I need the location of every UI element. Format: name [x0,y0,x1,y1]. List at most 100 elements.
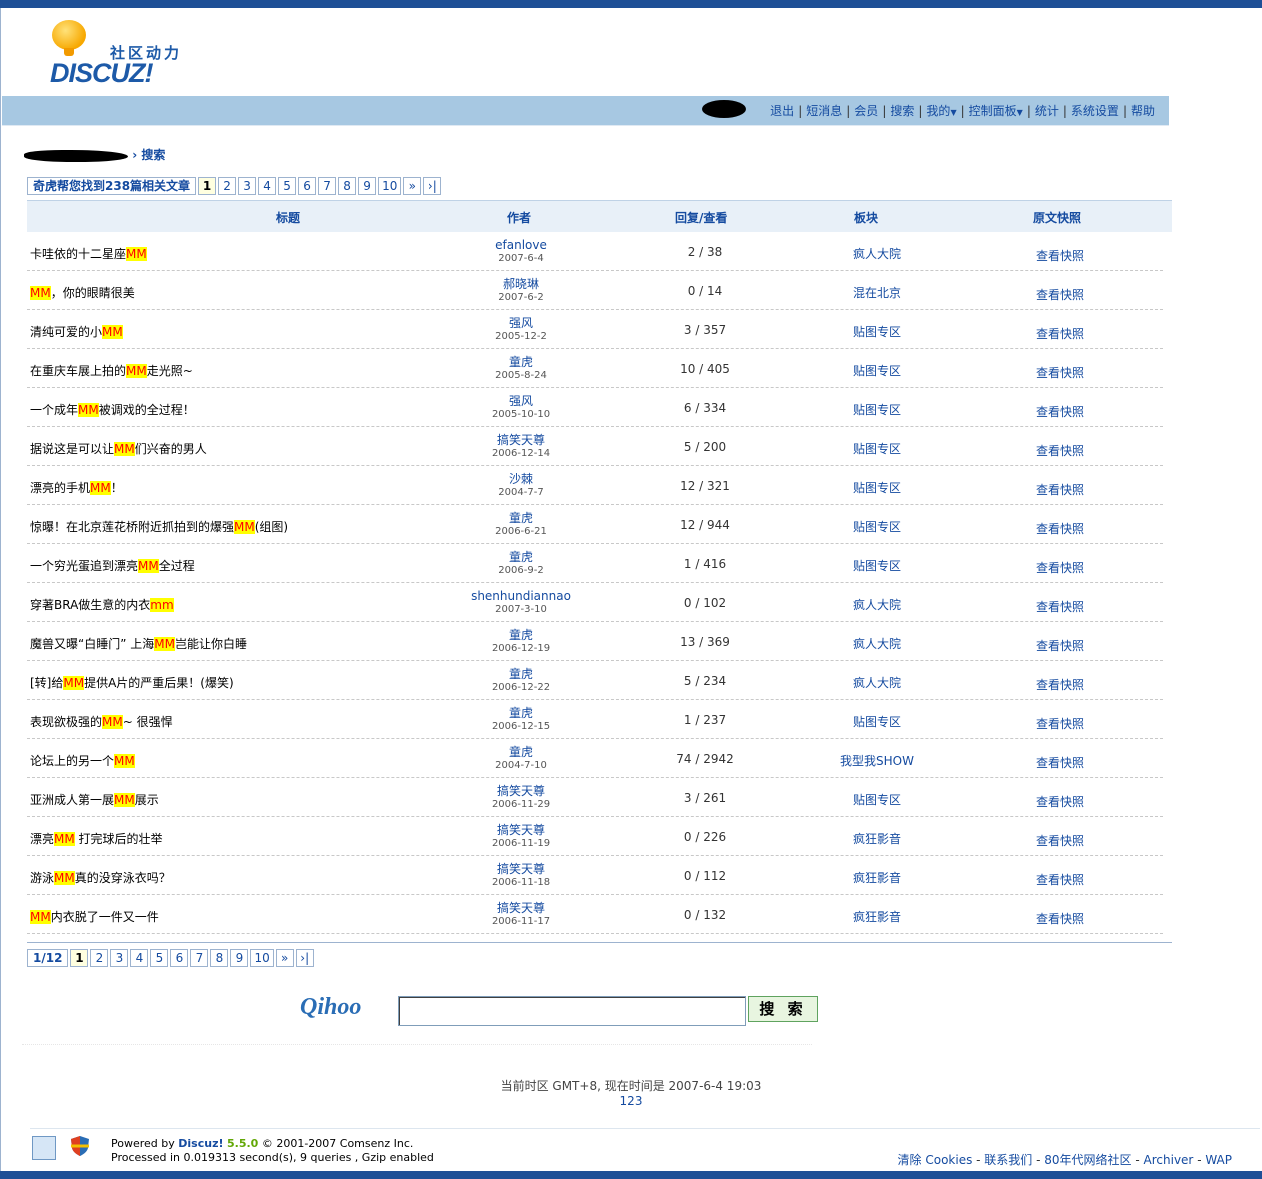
footer-link-3[interactable]: Archiver [1144,1153,1194,1167]
snapshot-link[interactable]: 查看快照 [1025,403,1095,420]
snapshot-link[interactable]: 查看快照 [1025,247,1095,264]
topic-title-link[interactable]: 惊曝！在北京莲花桥附近抓拍到的爆强MM(组图) [30,518,288,535]
header-author[interactable]: 作者 [507,209,531,226]
snapshot-link[interactable]: 查看快照 [1025,598,1095,615]
topic-title-link[interactable]: 卡哇依的十二星座MM [30,245,147,262]
topic-title-link[interactable]: 漂亮的手机MM！ [30,479,123,496]
forum-link[interactable]: 疯人大院 [822,245,932,262]
snapshot-link[interactable]: 查看快照 [1025,637,1095,654]
forum-link[interactable]: 贴图专区 [822,479,932,496]
footer-link-0[interactable]: 清除 Cookies [898,1153,973,1167]
page-link-10[interactable]: 10 [378,177,402,195]
author-link[interactable]: 沙棘 [471,472,571,486]
header-stats[interactable]: 回复/查看 [675,209,727,226]
topic-title-link[interactable]: 一个穷光蛋追到漂亮MM全过程 [30,557,195,574]
topic-title-link[interactable]: 表现欲极强的MM~ 很强悍 [30,713,173,730]
footer-link-4[interactable]: WAP [1205,1153,1232,1167]
forum-link[interactable]: 贴图专区 [822,362,932,379]
author-link[interactable]: 童虎 [471,745,571,759]
topic-title-link[interactable]: 清纯可爱的小MM [30,323,123,340]
powered-discuz-link[interactable]: Discuz! [178,1137,223,1150]
page-link-8[interactable]: 8 [210,949,229,967]
page-link-6[interactable]: 6 [298,177,317,195]
forum-link[interactable]: 贴图专区 [822,518,932,535]
forum-link[interactable]: 贴图专区 [822,791,932,808]
snapshot-link[interactable]: 查看快照 [1025,286,1095,303]
forum-link[interactable]: 贴图专区 [822,713,932,730]
search-button[interactable]: 搜 索 [748,996,818,1022]
snapshot-link[interactable]: 查看快照 [1025,364,1095,381]
author-link[interactable]: 童虎 [471,706,571,720]
author-link[interactable]: 搞笑天尊 [471,433,571,447]
author-link[interactable]: shenhundiannao [471,589,571,603]
topic-title-link[interactable]: 论坛上的另一个MM [30,752,135,769]
topic-title-link[interactable]: 游泳MM真的没穿泳衣吗？ [30,869,171,886]
page-link-7[interactable]: 7 [318,177,337,195]
footer-link-1[interactable]: 联系我们 [984,1153,1032,1167]
page-link-10[interactable]: 10 [250,949,274,967]
page-link-9[interactable]: 9 [358,177,377,195]
page-link-2[interactable]: 2 [90,949,109,967]
topic-title-link[interactable]: MM，你的眼睛很美 [30,284,135,301]
next-page-link[interactable]: » [275,949,294,967]
page-link-4[interactable]: 4 [258,177,277,195]
next-page-link[interactable]: » [403,177,422,195]
author-link[interactable]: 搞笑天尊 [471,784,571,798]
nav-item-6[interactable]: 统计 [1035,104,1059,118]
author-link[interactable]: 搞笑天尊 [471,823,571,837]
discuz-logo[interactable]: 社区动力 DISCUZ! [48,18,198,90]
topic-title-link[interactable]: 魔兽又曝“白睡门” 上海MM岂能让你白睡 [30,635,247,652]
author-link[interactable]: 童虎 [471,550,571,564]
footer-counter-link[interactable]: 123 [0,1094,1262,1108]
qihoo-logo[interactable]: Qihoo [300,994,361,1021]
snapshot-link[interactable]: 查看快照 [1025,442,1095,459]
snapshot-link[interactable]: 查看快照 [1025,676,1095,693]
snapshot-link[interactable]: 查看快照 [1025,832,1095,849]
header-title[interactable]: 标题 [276,209,300,226]
forum-link[interactable]: 疯人大院 [822,674,932,691]
author-link[interactable]: 童虎 [471,667,571,681]
nav-item-4[interactable]: 我的 [926,104,950,118]
topic-title-link[interactable]: 漂亮MM 打完球后的壮举 [30,830,163,847]
page-link-8[interactable]: 8 [338,177,357,195]
shield-icon[interactable] [70,1135,90,1157]
author-link[interactable]: 搞笑天尊 [471,901,571,915]
author-link[interactable]: 强风 [471,316,571,330]
forum-link[interactable]: 贴图专区 [822,557,932,574]
page-link-6[interactable]: 6 [170,949,189,967]
last-page-link[interactable]: ›| [295,949,314,967]
search-input[interactable] [398,996,746,1026]
page-link-5[interactable]: 5 [150,949,169,967]
topic-title-link[interactable]: 一个成年MM被调戏的全过程！ [30,401,195,418]
snapshot-link[interactable]: 查看快照 [1025,910,1095,927]
forum-link[interactable]: 疯狂影音 [822,908,932,925]
page-link-4[interactable]: 4 [130,949,149,967]
page-link-7[interactable]: 7 [190,949,209,967]
topic-title-link[interactable]: 据说这是可以让MM们兴奋的男人 [30,440,207,457]
author-link[interactable]: efanlove [471,238,571,252]
forum-link[interactable]: 混在北京 [822,284,932,301]
nav-item-8[interactable]: 帮助 [1131,104,1155,118]
snapshot-link[interactable]: 查看快照 [1025,481,1095,498]
snapshot-link[interactable]: 查看快照 [1025,754,1095,771]
forum-link[interactable]: 疯人大院 [822,635,932,652]
page-link-3[interactable]: 3 [110,949,129,967]
snapshot-link[interactable]: 查看快照 [1025,520,1095,537]
footer-link-2[interactable]: 80年代网络社区 [1044,1153,1131,1167]
topic-title-link[interactable]: 穿著BRA做生意的内衣mm [30,596,174,613]
nav-item-7[interactable]: 系统设置 [1071,104,1119,118]
page-link-1[interactable]: 1 [198,177,217,195]
forum-link[interactable]: 疯狂影音 [822,830,932,847]
author-link[interactable]: 童虎 [471,628,571,642]
nav-item-0[interactable]: 退出 [770,104,794,118]
snapshot-link[interactable]: 查看快照 [1025,559,1095,576]
topic-title-link[interactable]: 亚洲成人第一展MM展示 [30,791,159,808]
author-link[interactable]: 童虎 [471,355,571,369]
forum-link[interactable]: 贴图专区 [822,440,932,457]
page-link-9[interactable]: 9 [230,949,249,967]
nav-item-5[interactable]: 控制面板 [969,104,1017,118]
last-page-link[interactable]: ›| [423,177,442,195]
author-link[interactable]: 强风 [471,394,571,408]
page-link-3[interactable]: 3 [238,177,257,195]
page-link-1[interactable]: 1 [70,949,89,967]
